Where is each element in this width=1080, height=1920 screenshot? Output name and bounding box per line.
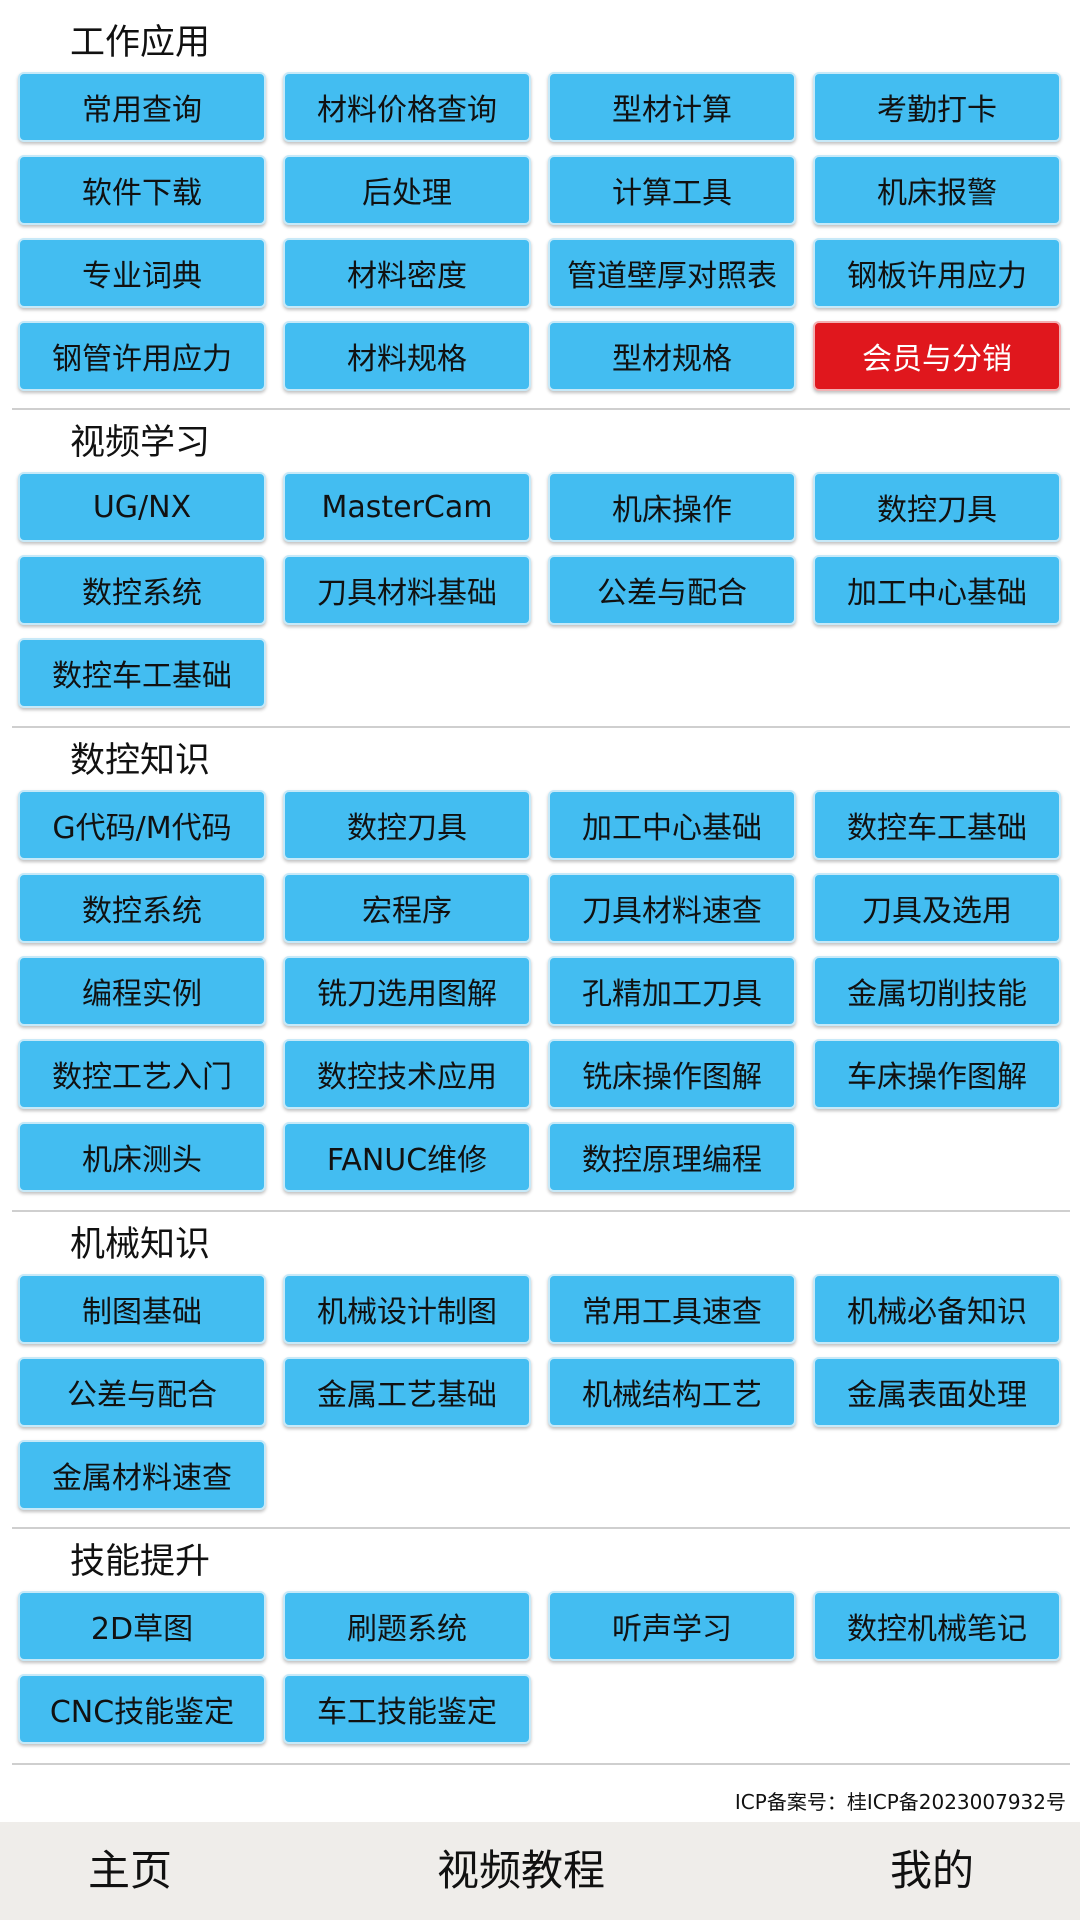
section-title: 数控知识 <box>70 741 211 781</box>
tolerance-fit-button[interactable]: 公差与配合 <box>18 1357 266 1427</box>
button-grid: 常用查询 材料价格查询 型材计算 考勤打卡 软件下载 后处理 计算工具 机床报警… <box>18 72 1061 391</box>
cnc-skill-certification-button[interactable]: CNC技能鉴定 <box>18 1674 266 1744</box>
tool-material-lookup-button[interactable]: 刀具材料速查 <box>548 873 796 943</box>
cnc-system-button[interactable]: 数控系统 <box>18 873 266 943</box>
nav-item-mine[interactable]: 我的 <box>890 1822 974 1920</box>
machine-alarm-button[interactable]: 机床报警 <box>813 155 1061 225</box>
cnc-system-button[interactable]: 数控系统 <box>18 555 266 625</box>
milling-operation-guide-button[interactable]: 铣床操作图解 <box>548 1039 796 1109</box>
metal-process-basics-button[interactable]: 金属工艺基础 <box>283 1357 531 1427</box>
attendance-checkin-button[interactable]: 考勤打卡 <box>813 72 1061 142</box>
material-density-button[interactable]: 材料密度 <box>283 238 531 308</box>
question-practice-button[interactable]: 刷题系统 <box>283 1591 531 1661</box>
machine-probe-button[interactable]: 机床测头 <box>18 1122 266 1192</box>
drafting-basics-button[interactable]: 制图基础 <box>18 1274 266 1344</box>
metal-material-lookup-button[interactable]: 金属材料速查 <box>18 1440 266 1510</box>
software-download-button[interactable]: 软件下载 <box>18 155 266 225</box>
material-price-query-button[interactable]: 材料价格查询 <box>283 72 531 142</box>
mechanical-structure-process-button[interactable]: 机械结构工艺 <box>548 1357 796 1427</box>
button-grid: G代码/M代码 数控刀具 加工中心基础 数控车工基础 数控系统 宏程序 刀具材料… <box>18 790 1061 1192</box>
cnc-turning-basics-button[interactable]: 数控车工基础 <box>18 638 266 708</box>
cnc-process-intro-button[interactable]: 数控工艺入门 <box>18 1039 266 1109</box>
cnc-tools-button[interactable]: 数控刀具 <box>813 472 1061 542</box>
button-grid: 制图基础 机械设计制图 常用工具速查 机械必备知识 公差与配合 金属工艺基础 机… <box>18 1274 1061 1510</box>
2d-sketch-button[interactable]: 2D草图 <box>18 1591 266 1661</box>
ug-nx-button[interactable]: UG/NX <box>18 472 266 542</box>
cnc-turning-basics-button[interactable]: 数控车工基础 <box>813 790 1061 860</box>
metal-cutting-skills-button[interactable]: 金属切削技能 <box>813 956 1061 1026</box>
machine-operation-button[interactable]: 机床操作 <box>548 472 796 542</box>
g-code-m-code-button[interactable]: G代码/M代码 <box>18 790 266 860</box>
cnc-tools-button[interactable]: 数控刀具 <box>283 790 531 860</box>
tool-selection-button[interactable]: 刀具及选用 <box>813 873 1061 943</box>
profile-specs-button[interactable]: 型材规格 <box>548 321 796 391</box>
button-grid: UG/NX MasterCam 机床操作 数控刀具 数控系统 刀具材料基础 公差… <box>18 472 1061 708</box>
profile-calculation-button[interactable]: 型材计算 <box>548 72 796 142</box>
section-cnc-knowledge: 数控知识 G代码/M代码 数控刀具 加工中心基础 数控车工基础 数控系统 宏程序… <box>0 740 1073 1192</box>
macro-program-button[interactable]: 宏程序 <box>283 873 531 943</box>
machining-center-basics-button[interactable]: 加工中心基础 <box>813 555 1061 625</box>
membership-distribution-button[interactable]: 会员与分销 <box>813 321 1061 391</box>
section-title: 视频学习 <box>70 423 211 463</box>
pipe-wall-thickness-table-button[interactable]: 管道壁厚对照表 <box>548 238 796 308</box>
button-grid: 2D草图 刷题系统 听声学习 数控机械笔记 CNC技能鉴定 车工技能鉴定 <box>18 1591 1061 1744</box>
tolerance-fit-button[interactable]: 公差与配合 <box>548 555 796 625</box>
machining-center-basics-button[interactable]: 加工中心基础 <box>548 790 796 860</box>
icp-record-text: ICP备案号：桂ICP备2023007932号 <box>734 1790 1066 1814</box>
professional-dictionary-button[interactable]: 专业词典 <box>18 238 266 308</box>
cnc-technology-application-button[interactable]: 数控技术应用 <box>283 1039 531 1109</box>
mechanical-design-drawing-button[interactable]: 机械设计制图 <box>283 1274 531 1344</box>
app-root: 工作应用 常用查询 材料价格查询 型材计算 考勤打卡 软件下载 后处理 计算工具… <box>0 0 1080 1920</box>
common-query-button[interactable]: 常用查询 <box>18 72 266 142</box>
section-divider <box>12 1763 1070 1765</box>
section-divider <box>12 726 1070 728</box>
common-tools-lookup-button[interactable]: 常用工具速查 <box>548 1274 796 1344</box>
section-mechanical-knowledge: 机械知识 制图基础 机械设计制图 常用工具速查 机械必备知识 公差与配合 金属工… <box>0 1224 1073 1510</box>
section-skill-improvement: 技能提升 2D草图 刷题系统 听声学习 数控机械笔记 CNC技能鉴定 车工技能鉴… <box>0 1541 1073 1744</box>
section-title: 工作应用 <box>70 23 211 63</box>
milling-cutter-guide-button[interactable]: 铣刀选用图解 <box>283 956 531 1026</box>
section-divider <box>12 408 1070 410</box>
fanuc-repair-button[interactable]: FANUC维修 <box>283 1122 531 1192</box>
section-work-apps: 工作应用 常用查询 材料价格查询 型材计算 考勤打卡 软件下载 后处理 计算工具… <box>0 22 1073 391</box>
turning-skill-certification-button[interactable]: 车工技能鉴定 <box>283 1674 531 1744</box>
hole-finishing-tools-button[interactable]: 孔精加工刀具 <box>548 956 796 1026</box>
nav-item-video-tutorials[interactable]: 视频教程 <box>437 1822 605 1920</box>
post-processing-button[interactable]: 后处理 <box>283 155 531 225</box>
steel-pipe-allowable-stress-button[interactable]: 钢管许用应力 <box>18 321 266 391</box>
material-specs-button[interactable]: 材料规格 <box>283 321 531 391</box>
bottom-navigation-bar: 主页 视频教程 我的 <box>0 1822 1080 1920</box>
section-video-learning: 视频学习 UG/NX MasterCam 机床操作 数控刀具 数控系统 刀具材料… <box>0 422 1073 708</box>
section-title: 技能提升 <box>70 1542 211 1582</box>
programming-examples-button[interactable]: 编程实例 <box>18 956 266 1026</box>
audio-learning-button[interactable]: 听声学习 <box>548 1591 796 1661</box>
cnc-mechanical-notes-button[interactable]: 数控机械笔记 <box>813 1591 1061 1661</box>
section-divider <box>12 1527 1070 1529</box>
tool-material-basics-button[interactable]: 刀具材料基础 <box>283 555 531 625</box>
lathe-operation-guide-button[interactable]: 车床操作图解 <box>813 1039 1061 1109</box>
mastercam-button[interactable]: MasterCam <box>283 472 531 542</box>
cnc-principle-programming-button[interactable]: 数控原理编程 <box>548 1122 796 1192</box>
nav-item-home[interactable]: 主页 <box>88 1822 172 1920</box>
section-title: 机械知识 <box>70 1225 211 1265</box>
section-divider <box>12 1210 1070 1212</box>
calculation-tools-button[interactable]: 计算工具 <box>548 155 796 225</box>
steel-plate-allowable-stress-button[interactable]: 钢板许用应力 <box>813 238 1061 308</box>
metal-surface-treatment-button[interactable]: 金属表面处理 <box>813 1357 1061 1427</box>
mechanical-essentials-button[interactable]: 机械必备知识 <box>813 1274 1061 1344</box>
